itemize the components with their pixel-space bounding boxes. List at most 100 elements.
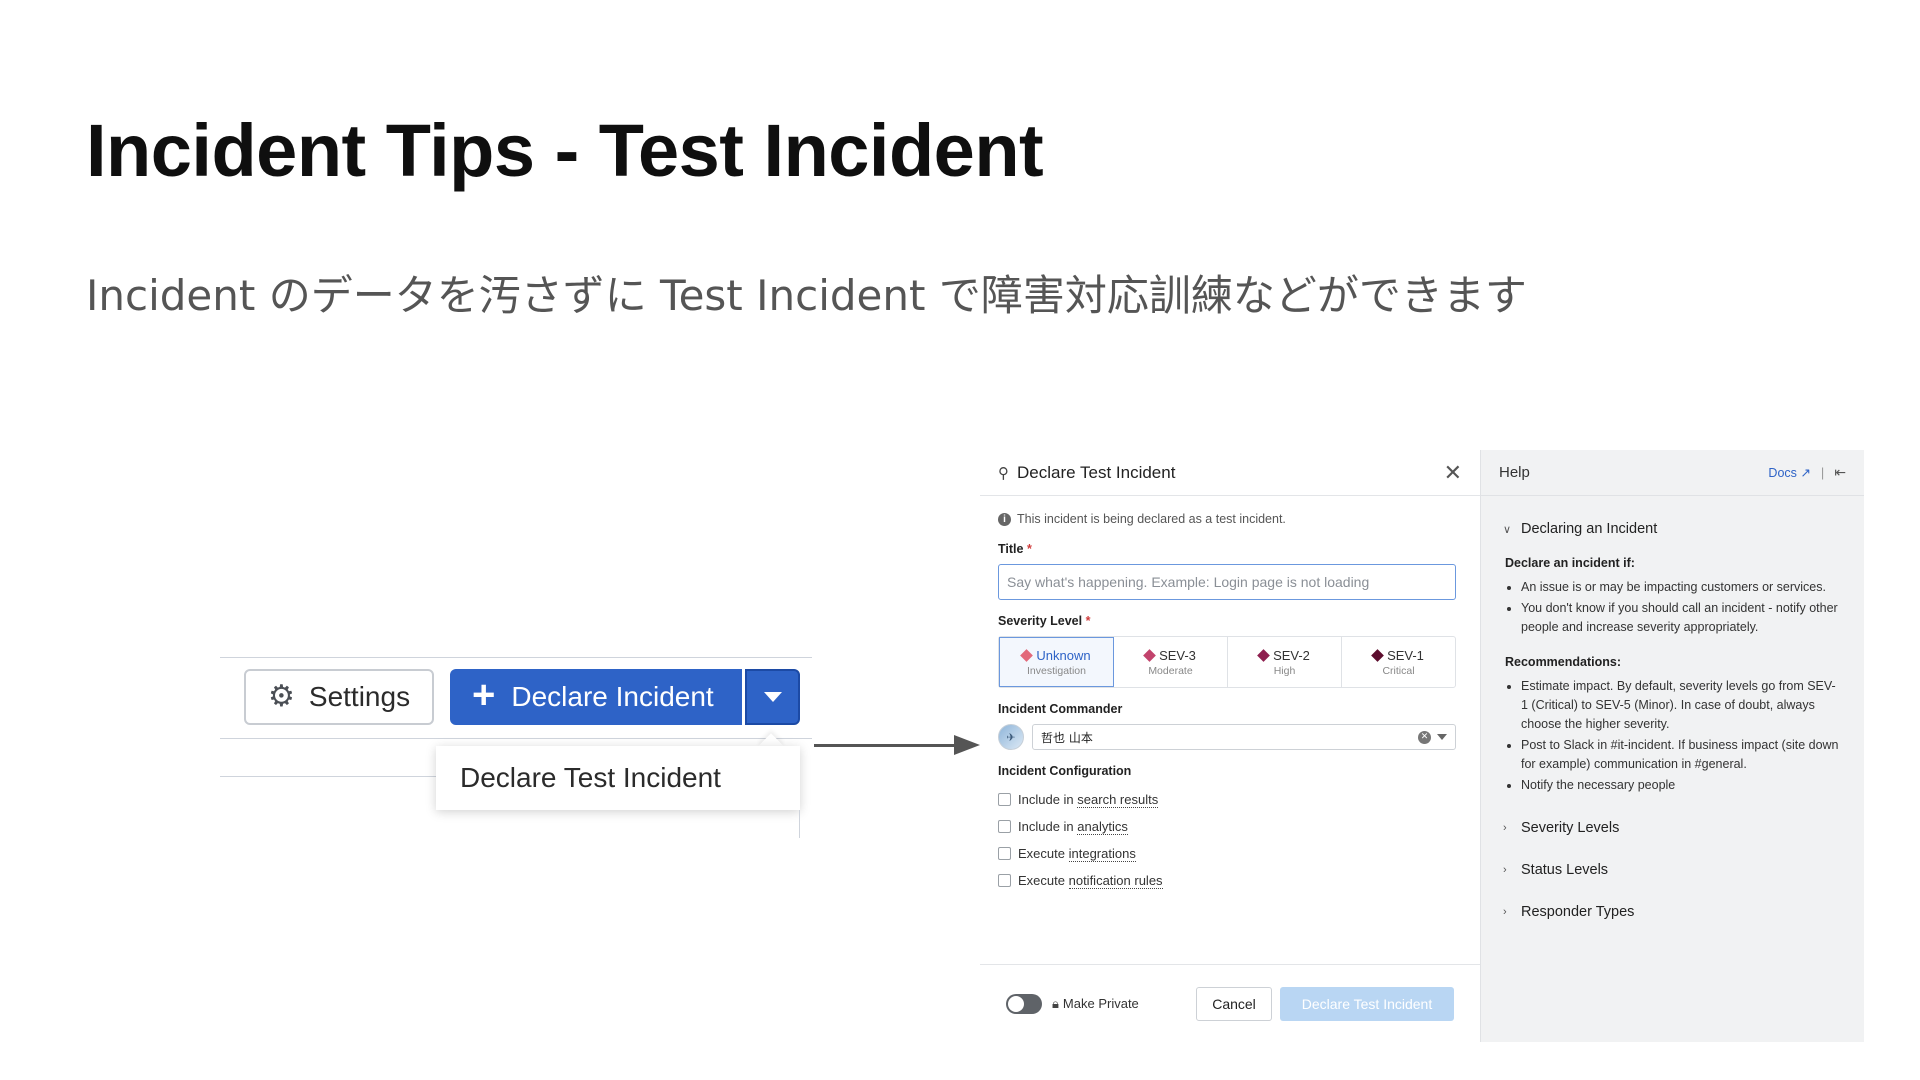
make-private-label: Make Private: [1062, 996, 1139, 1011]
section-title: Declaring an Incident: [1521, 521, 1658, 537]
commander-label: Incident Commander: [998, 702, 1123, 716]
flow-arrow-head: [954, 735, 980, 755]
config-link[interactable]: analytics: [1077, 818, 1128, 835]
config-option-notification-rules[interactable]: Execute notification rules: [998, 872, 1462, 889]
list-item: You don't know if you should call an inc…: [1521, 599, 1839, 637]
help-body: ∨ Declaring an Incident Declare an incid…: [1481, 496, 1864, 921]
incident-logo-icon: ⚲: [998, 464, 1009, 482]
notice-text: This incident is being declared as a tes…: [1017, 512, 1286, 526]
plus-icon: +: [472, 673, 496, 717]
modal-body: i This incident is being declared as a t…: [980, 496, 1480, 889]
collapse-panel-icon[interactable]: ⇤: [1834, 464, 1846, 481]
checkbox[interactable]: [998, 846, 1011, 860]
section-declaring-incident[interactable]: ∨ Declaring an Incident: [1503, 520, 1846, 538]
dropdown-item-declare-test-incident[interactable]: Declare Test Incident: [436, 746, 800, 810]
slide-title: Incident Tips - Test Incident: [86, 109, 1044, 192]
modal-footer: 🔒︎ Make Private Cancel Declare Test Inci…: [980, 964, 1480, 1042]
commander-select[interactable]: 哲也 山本 ✕: [1032, 724, 1456, 750]
title-input[interactable]: [998, 564, 1456, 600]
commander-row: ✈ 哲也 山本 ✕: [998, 724, 1462, 750]
config-prefix: Execute: [1018, 872, 1065, 888]
checkbox[interactable]: [998, 873, 1011, 887]
clear-icon[interactable]: ✕: [1418, 730, 1431, 744]
severity-option-name: SEV-3: [1143, 647, 1196, 663]
severity-option-sev1[interactable]: SEV-1 Critical: [1342, 637, 1455, 687]
chevron-right-icon: ›: [1503, 864, 1507, 876]
dropdown-border: [799, 810, 800, 838]
title-label: Title *: [998, 542, 1462, 558]
severity-name: SEV-1: [1387, 647, 1424, 663]
list-item: An issue is or may be impacting customer…: [1521, 578, 1839, 597]
declare-incident-button[interactable]: + Declare Incident: [450, 669, 742, 725]
external-link-icon: ↗: [1800, 466, 1811, 480]
chevron-down-icon[interactable]: [1437, 734, 1447, 740]
settings-button[interactable]: ⚙ Settings: [244, 669, 434, 725]
chevron-right-icon: ›: [1503, 822, 1507, 834]
help-panel: Help Docs ↗ | ⇤ ∨ Declaring an Incident …: [1480, 450, 1864, 1042]
config-option-search[interactable]: Include in search results: [998, 791, 1462, 808]
commander-value: 哲也 山本: [1041, 730, 1093, 745]
declare-test-incident-button[interactable]: Declare Test Incident: [1280, 986, 1454, 1021]
slide-subtitle: Incident のデータを汚さずに Test Incident で障害対応訓練…: [86, 271, 1527, 320]
severity-name: Unknown: [1036, 647, 1091, 663]
declare-test-incident-modal: ⚲ Declare Test Incident ✕ i This inciden…: [980, 450, 1480, 1042]
docs-link-label: Docs: [1768, 466, 1797, 480]
config-option-integrations[interactable]: Execute integrations: [998, 845, 1462, 862]
section-responder-types[interactable]: › Responder Types: [1503, 903, 1846, 921]
severity-diamond-icon: [1257, 648, 1270, 662]
chevron-down-icon: ∨: [1503, 523, 1512, 536]
severity-desc: Moderate: [1148, 664, 1193, 677]
toolbar-top-divider: [220, 657, 812, 658]
config-label: Incident Configuration: [998, 764, 1132, 778]
make-private-toggle[interactable]: [1006, 993, 1042, 1014]
section-severity-levels[interactable]: › Severity Levels: [1503, 819, 1846, 837]
config-prefix: Execute: [1018, 845, 1065, 861]
list-item: Notify the necessary people: [1521, 776, 1839, 795]
config-prefix: Include in: [1018, 791, 1074, 807]
title-label-text: Title: [998, 542, 1024, 556]
severity-name: SEV-3: [1159, 647, 1196, 663]
config-link[interactable]: search results: [1077, 791, 1159, 808]
dropdown-item-label: Declare Test Incident: [460, 762, 721, 793]
test-incident-notice: i This incident is being declared as a t…: [998, 510, 1462, 528]
severity-diamond-icon: [1020, 648, 1034, 662]
severity-desc: High: [1273, 664, 1296, 677]
recommendations-list: Estimate impact. By default, severity le…: [1521, 677, 1846, 795]
list-item: Estimate impact. By default, severity le…: [1521, 677, 1839, 734]
config-option-label: Include in analytics: [1018, 818, 1128, 835]
severity-option-name: SEV-2: [1257, 648, 1310, 663]
config-option-label: Execute notification rules: [1018, 872, 1163, 889]
cancel-button[interactable]: Cancel: [1196, 986, 1272, 1021]
collapsed-sections: › Severity Levels › Status Levels › Resp…: [1503, 819, 1846, 921]
settings-button-label: Settings: [308, 681, 411, 712]
section-title: Responder Types: [1521, 904, 1635, 920]
config-option-analytics[interactable]: Include in analytics: [998, 818, 1462, 835]
declare-if-list: An issue is or may be impacting customer…: [1521, 578, 1846, 637]
declare-options-caret-button[interactable]: [745, 669, 800, 725]
severity-selector: Unknown Investigation SEV-3 Moderate SEV…: [998, 636, 1456, 688]
toggle-knob: [1008, 995, 1024, 1012]
modal-header: ⚲ Declare Test Incident ✕: [980, 450, 1480, 496]
avatar: ✈: [998, 724, 1024, 750]
section-status-levels[interactable]: › Status Levels: [1503, 861, 1846, 879]
help-header: Help Docs ↗ | ⇤: [1481, 450, 1864, 496]
checkbox[interactable]: [998, 792, 1011, 806]
config-prefix: Include in: [1018, 818, 1074, 834]
config-link[interactable]: notification rules: [1068, 872, 1163, 889]
severity-option-unknown[interactable]: Unknown Investigation: [999, 637, 1114, 687]
severity-option-sev3[interactable]: SEV-3 Moderate: [1114, 637, 1228, 687]
toolbar-bottom-divider: [220, 738, 812, 739]
config-link[interactable]: integrations: [1068, 845, 1136, 862]
checkbox[interactable]: [998, 819, 1011, 833]
header-separator: |: [1820, 465, 1825, 480]
config-option-label: Execute integrations: [1018, 845, 1136, 862]
severity-option-name: SEV-1: [1371, 647, 1424, 663]
section-title: Status Levels: [1521, 862, 1609, 878]
close-icon[interactable]: ✕: [1444, 461, 1462, 484]
severity-label: Severity Level *: [998, 614, 1462, 630]
severity-option-sev2[interactable]: SEV-2 High: [1228, 637, 1342, 687]
docs-link[interactable]: Docs ↗: [1768, 465, 1810, 480]
declare-incident-label: Declare Incident: [511, 681, 714, 712]
info-icon: i: [998, 512, 1011, 526]
severity-diamond-icon: [1371, 648, 1384, 662]
